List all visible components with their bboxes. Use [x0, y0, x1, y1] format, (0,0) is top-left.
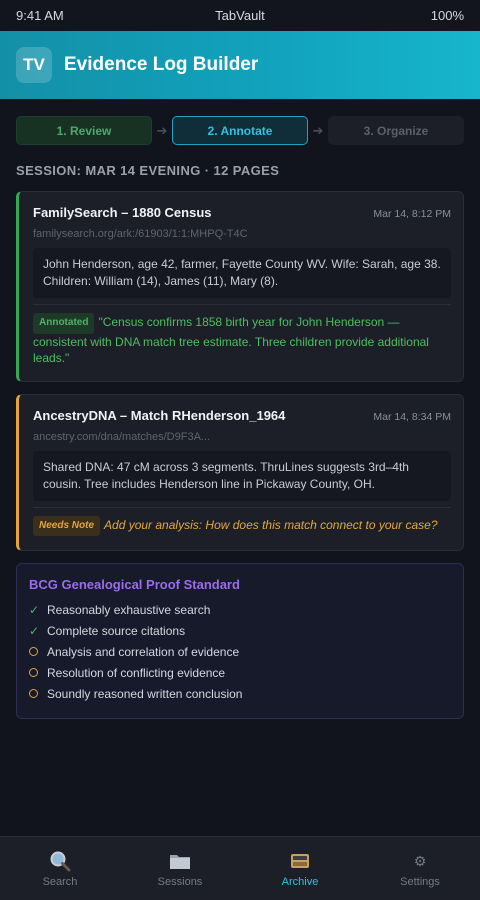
check-icon: ✓	[29, 623, 40, 638]
checklist-label: Analysis and correlation of evidence	[47, 644, 240, 659]
checklist-title: BCG Genealogical Proof Standard	[29, 577, 240, 592]
bottom-tab-bar: Search Sessions Archive ⚙ Settings	[0, 836, 480, 900]
app-header: TV Evidence Log Builder	[0, 31, 480, 99]
checklist-item[interactable]: Resolution of conflicting evidence	[29, 662, 451, 683]
empty-circle-icon	[29, 668, 38, 677]
status-battery: 100%	[430, 8, 464, 23]
app-logo: TV	[16, 47, 52, 83]
tab-sessions[interactable]: Sessions	[120, 837, 240, 900]
gear-icon: ⚙	[413, 852, 427, 869]
status-badge-annotated: Annotated	[33, 313, 95, 334]
checklist-label: Resolution of conflicting evidence	[47, 665, 226, 680]
tab-label: Sessions	[157, 876, 203, 888]
step-annotate[interactable]: 2. Annotate	[172, 116, 308, 145]
proof-standard-checklist: BCG Genealogical Proof Standard ✓ Reason…	[16, 563, 464, 719]
page-title: Evidence Log Builder	[64, 54, 259, 75]
checklist-item[interactable]: Analysis and correlation of evidence	[29, 641, 451, 662]
empty-circle-icon	[29, 689, 38, 698]
session-title: SESSION: MAR 14 EVENING · 12 PAGES	[16, 163, 280, 178]
card-timestamp: Mar 14, 8:34 PM	[373, 410, 451, 423]
checklist-item[interactable]: ✓ Complete source citations	[29, 620, 451, 641]
status-badge-needs-note: Needs Note	[33, 515, 101, 536]
checklist-label: Soundly reasoned written conclusion	[47, 686, 243, 701]
check-icon: ✓	[29, 602, 40, 617]
card-excerpt: Shared DNA: 47 cM across 3 segments. Thr…	[33, 450, 451, 501]
card-divider	[33, 506, 451, 508]
tab-search[interactable]: Search	[0, 837, 120, 900]
evidence-card-ancestrydna[interactable]: AncestryDNA – Match RHenderson_1964 Mar …	[16, 393, 464, 551]
checklist-label: Complete source citations	[47, 623, 186, 638]
step-arrow-icon: ➔	[312, 122, 324, 138]
checklist-label: Reasonably exhaustive search	[47, 602, 211, 617]
step-organize[interactable]: 3. Organize	[328, 116, 464, 145]
card-excerpt: John Henderson, age 42, farmer, Fayette …	[33, 248, 451, 298]
tab-settings[interactable]: ⚙ Settings	[360, 837, 480, 900]
card-title: FamilySearch – 1880 Census	[33, 205, 212, 220]
card-title: AncestryDNA – Match RHenderson_1964	[33, 407, 286, 423]
empty-circle-icon	[29, 647, 38, 656]
evidence-card-familysearch[interactable]: FamilySearch – 1880 Census Mar 14, 8:12 …	[16, 191, 464, 382]
step-arrow-icon: ➔	[156, 122, 168, 138]
tab-archive[interactable]: Archive	[240, 837, 360, 900]
card-url[interactable]: familysearch.org/ark:/61903/1:1:MHPQ-T4C	[33, 228, 451, 240]
checklist-item[interactable]: ✓ Reasonably exhaustive search	[29, 599, 451, 620]
status-bar: 9:41 AM TabVault 100%	[0, 0, 480, 31]
step-review[interactable]: 1. Review	[16, 116, 152, 145]
card-url[interactable]: ancestry.com/dna/matches/D9F3A...	[33, 431, 451, 443]
stepper: 1. Review ➔ 2. Annotate ➔ 3. Organize	[0, 116, 480, 145]
note-prompt: Add your analysis: How does this match c…	[104, 517, 438, 532]
folder-icon	[169, 849, 191, 873]
status-time: 9:41 AM	[16, 8, 64, 23]
card-file-box-icon	[290, 849, 310, 873]
tab-label: Search	[42, 876, 78, 888]
tab-label: Archive	[281, 876, 319, 888]
checklist-item[interactable]: Soundly reasoned written conclusion	[29, 683, 451, 704]
card-note[interactable]: Annotated "Census confirms 1858 birth yea…	[33, 313, 451, 367]
status-app-title: TabVault	[215, 8, 265, 23]
card-timestamp: Mar 14, 8:12 PM	[373, 208, 451, 220]
tab-label: Settings	[400, 876, 440, 888]
card-note-input[interactable]: Needs Note Add your analysis: How does th…	[33, 515, 451, 536]
card-divider	[33, 304, 451, 305]
magnifier-icon	[49, 849, 71, 873]
